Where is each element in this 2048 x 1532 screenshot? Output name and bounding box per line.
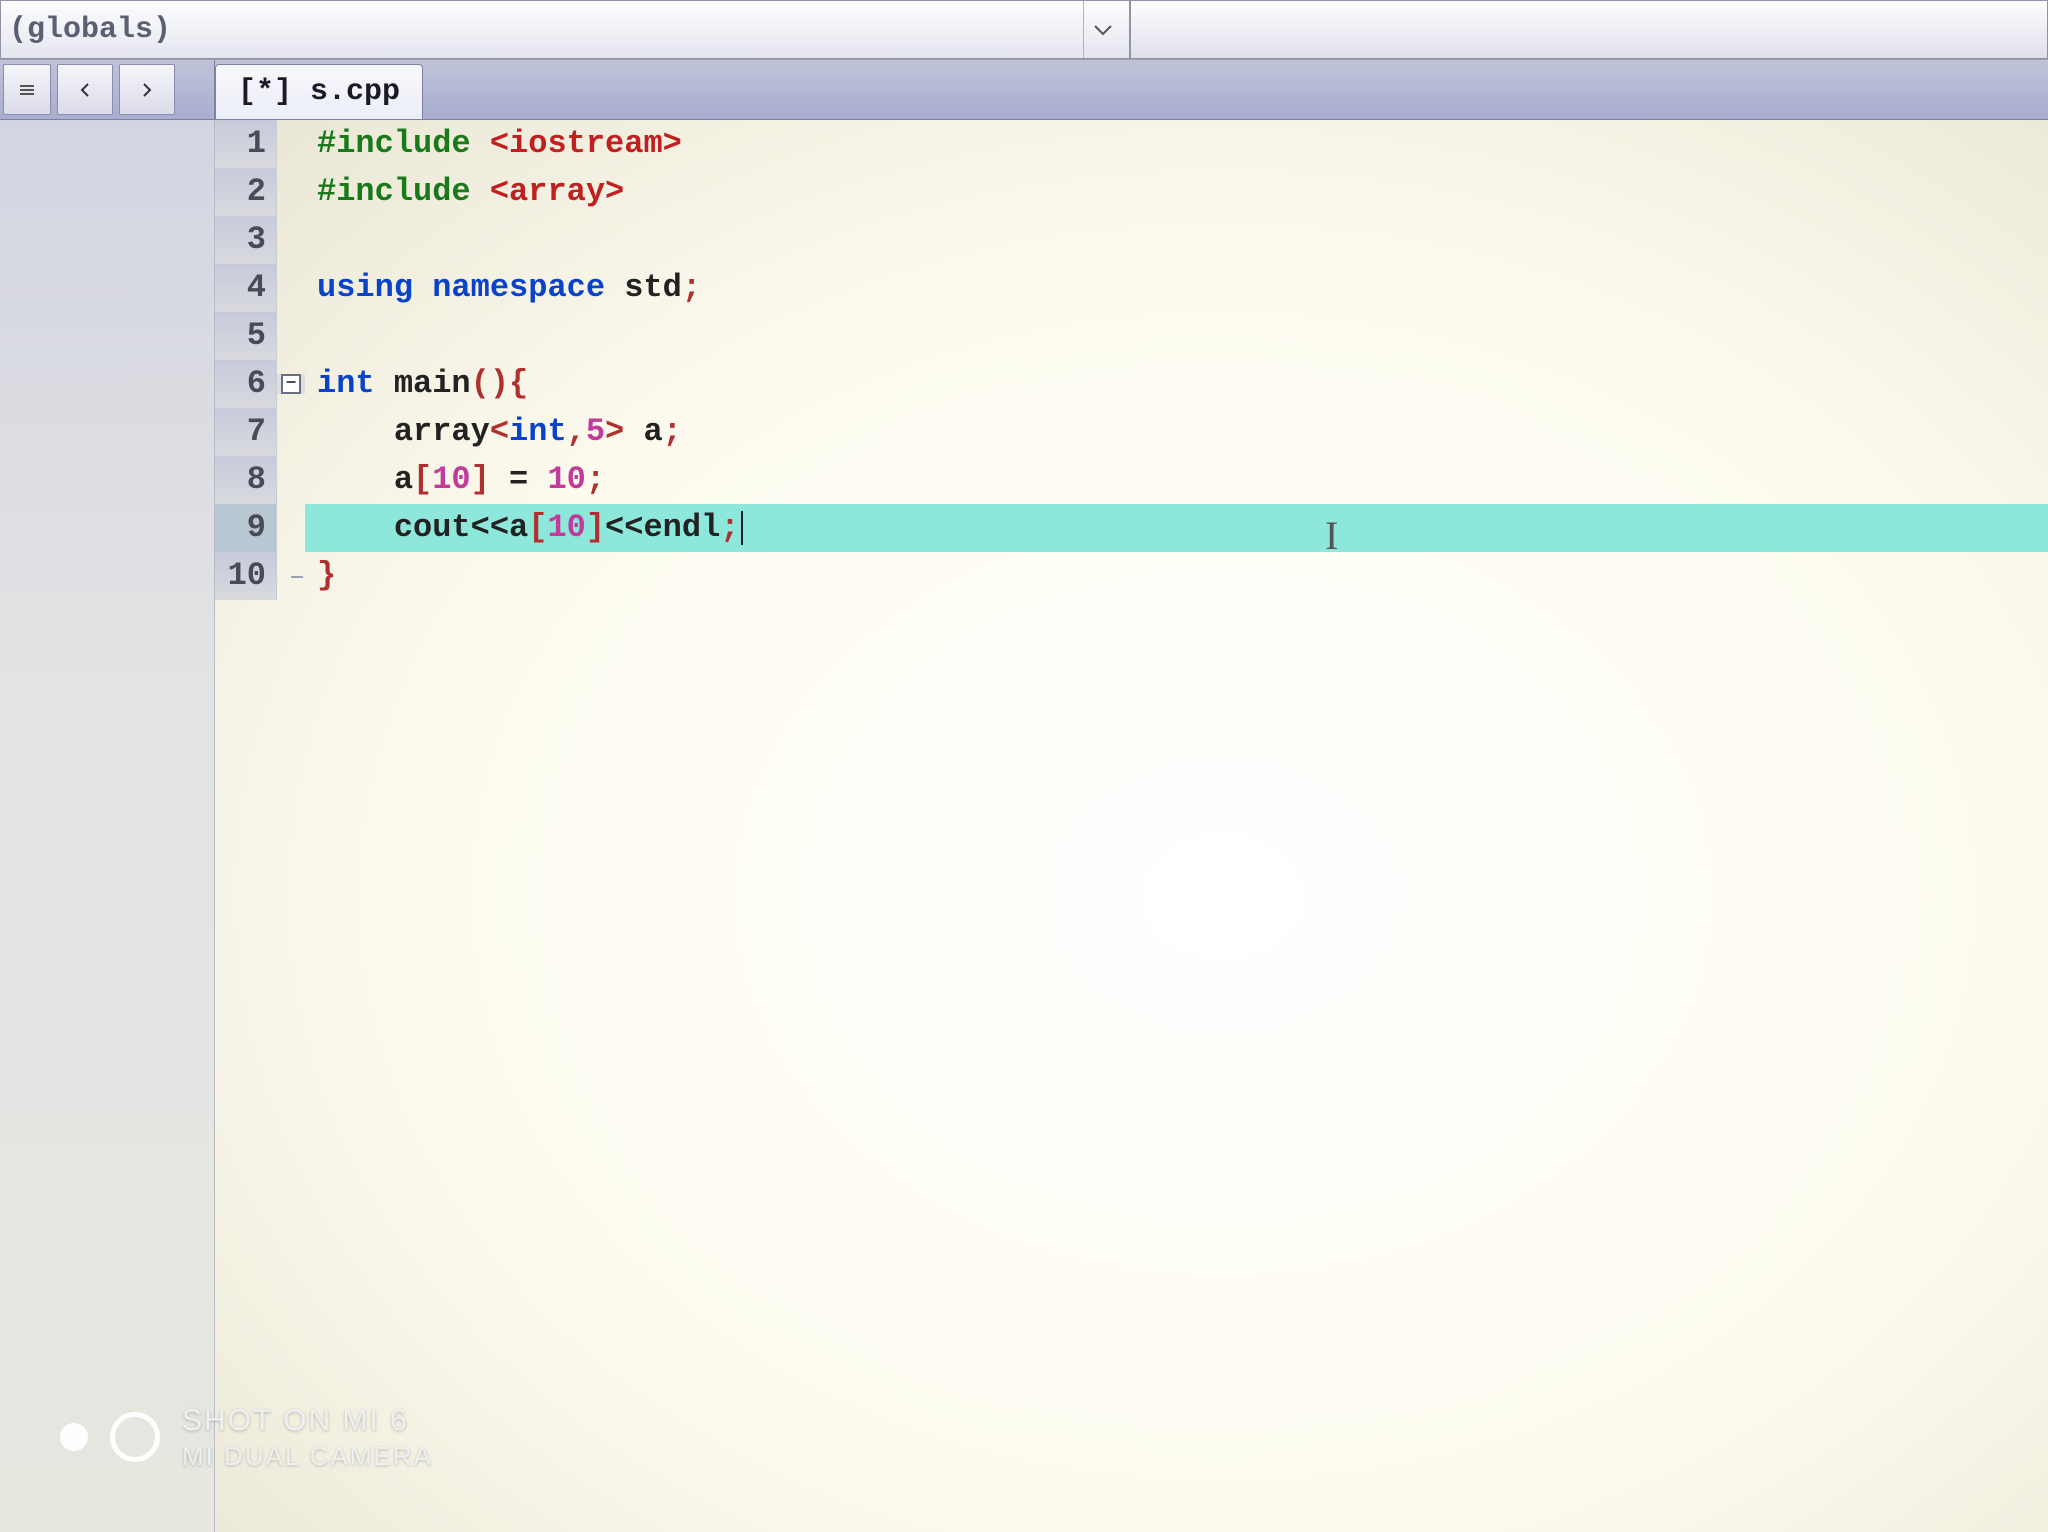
chevron-down-icon[interactable]	[1083, 1, 1121, 58]
watermark-circle-icon	[110, 1412, 160, 1462]
tab-tools	[0, 60, 215, 119]
watermark-text: SHOT ON MI 6 MI DUAL CAMERA	[182, 1402, 433, 1472]
line-number: 2	[215, 168, 277, 216]
tab-bar: [*] s.cpp	[0, 60, 2048, 120]
code-line[interactable]: 3	[215, 216, 2048, 264]
code-line[interactable]: 7 array<int,5> a;	[215, 408, 2048, 456]
line-number: 4	[215, 264, 277, 312]
nav-back-button[interactable]	[57, 64, 113, 115]
code-line[interactable]: 1 #include <iostream>	[215, 120, 2048, 168]
line-number: 6	[215, 360, 277, 408]
line-number: 9	[215, 504, 277, 552]
scope-combobox-secondary[interactable]	[1130, 0, 2048, 59]
line-number: 10	[215, 552, 277, 600]
code-line[interactable]: 5	[215, 312, 2048, 360]
line-number: 7	[215, 408, 277, 456]
code-text: using namespace std;	[305, 264, 2048, 312]
photo-watermark: SHOT ON MI 6 MI DUAL CAMERA	[60, 1402, 433, 1472]
code-text: int main(){	[305, 360, 2048, 408]
editor-left-margin	[0, 120, 215, 1532]
code-line[interactable]: 6 − int main(){	[215, 360, 2048, 408]
code-text: a[10] = 10;	[305, 456, 2048, 504]
watermark-line2: MI DUAL CAMERA	[182, 1440, 433, 1473]
code-text: cout<<a[10]<<endl;	[305, 504, 2048, 552]
code-text: array<int,5> a;	[305, 408, 2048, 456]
code-text: #include <array>	[305, 168, 2048, 216]
code-text: }	[305, 552, 2048, 600]
nav-forward-button[interactable]	[119, 64, 175, 115]
code-line[interactable]: 4 using namespace std;	[215, 264, 2048, 312]
fold-toggle-icon[interactable]: −	[281, 374, 301, 394]
line-number: 3	[215, 216, 277, 264]
scope-bar: (globals)	[0, 0, 2048, 60]
editor: 1 #include <iostream> 2 #include <array>…	[0, 120, 2048, 1532]
watermark-line1: SHOT ON MI 6	[182, 1402, 433, 1440]
code-text: #include <iostream>	[305, 120, 2048, 168]
file-tab-label: [*] s.cpp	[238, 75, 400, 109]
file-tab-active[interactable]: [*] s.cpp	[215, 64, 423, 119]
mouse-ibeam-cursor: I	[1325, 512, 1338, 559]
code-line[interactable]: 10 }	[215, 552, 2048, 600]
code-line-current[interactable]: 9 cout<<a[10]<<endl;	[215, 504, 2048, 552]
line-number: 1	[215, 120, 277, 168]
minimize-panel-button[interactable]	[3, 64, 51, 115]
fold-gutter[interactable]: −	[277, 374, 305, 394]
scope-combobox[interactable]: (globals)	[0, 0, 1130, 59]
watermark-dot-icon	[60, 1423, 88, 1451]
line-number: 8	[215, 456, 277, 504]
text-caret	[741, 511, 743, 545]
code-line[interactable]: 8 a[10] = 10;	[215, 456, 2048, 504]
line-number: 5	[215, 312, 277, 360]
code-line[interactable]: 2 #include <array>	[215, 168, 2048, 216]
code-area[interactable]: 1 #include <iostream> 2 #include <array>…	[215, 120, 2048, 1532]
scope-combobox-label: (globals)	[9, 13, 171, 47]
